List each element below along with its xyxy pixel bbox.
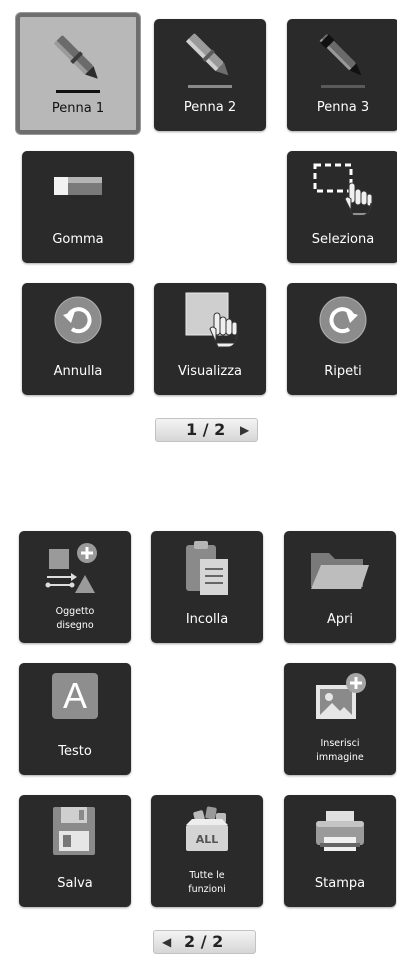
- page-indicator: 1 / 2: [186, 420, 226, 439]
- undo-label: Annulla: [53, 364, 103, 379]
- view-button[interactable]: Visualizza: [154, 283, 266, 395]
- select-button[interactable]: Seleziona: [287, 151, 397, 263]
- pen3-button[interactable]: Penna 3: [287, 19, 397, 131]
- pen-icon: [319, 34, 365, 88]
- previous-page-arrow-icon[interactable]: ◀: [162, 931, 171, 953]
- pager-page-1[interactable]: 1 / 2 ▶: [155, 418, 258, 442]
- open-label: Apri: [326, 612, 354, 627]
- text-label: Testo: [58, 744, 92, 759]
- next-page-arrow-icon[interactable]: ▶: [240, 419, 249, 441]
- pen2-label: Penna 2: [183, 100, 237, 115]
- shapes-icon: [45, 543, 97, 593]
- all-functions-icon: ALL: [182, 805, 232, 853]
- folder-icon: [311, 553, 369, 589]
- text-icon: A: [52, 673, 98, 719]
- all-functions-button[interactable]: ALL Tutte le funzioni: [151, 795, 263, 907]
- pen1-button[interactable]: Penna 1: [16, 13, 140, 134]
- eraser-icon: [54, 177, 102, 195]
- save-label: Salva: [57, 876, 93, 891]
- pen1-label: Penna 1: [51, 101, 105, 116]
- open-button[interactable]: Apri: [284, 531, 396, 643]
- pen2-button[interactable]: Penna 2: [154, 19, 266, 131]
- eraser-button[interactable]: Gomma: [22, 151, 134, 263]
- insert-image-label: Inserisci immagine: [316, 738, 364, 763]
- eraser-label: Gomma: [52, 232, 104, 247]
- paste-button[interactable]: Incolla: [151, 531, 263, 643]
- insert-image-icon: [316, 673, 366, 719]
- printer-icon: [316, 811, 364, 851]
- selection-icon: [313, 163, 373, 216]
- insert-image-button[interactable]: Inserisci immagine: [284, 663, 396, 775]
- view-icon: [185, 292, 238, 348]
- view-label: Visualizza: [177, 364, 243, 379]
- undo-button[interactable]: Annulla: [22, 283, 134, 395]
- paste-label: Incolla: [185, 612, 229, 627]
- clipboard-icon: [186, 541, 228, 595]
- pen3-label: Penna 3: [316, 100, 370, 115]
- select-label: Seleziona: [311, 232, 375, 247]
- text-button[interactable]: A Testo: [19, 663, 131, 775]
- draw-object-button[interactable]: Oggetto disegno: [19, 531, 131, 643]
- redo-button[interactable]: Ripeti: [287, 283, 397, 395]
- text-icon-letter: A: [62, 675, 87, 716]
- pen-icon: [53, 35, 100, 93]
- print-button[interactable]: Stampa: [284, 795, 396, 907]
- all-functions-label: Tutte le funzioni: [188, 870, 226, 895]
- pen-icon: [185, 33, 232, 88]
- pager-page-2[interactable]: ◀ 2 / 2: [153, 930, 256, 954]
- redo-icon: [319, 296, 367, 344]
- draw-object-label: Oggetto disegno: [55, 606, 95, 631]
- redo-label: Ripeti: [324, 364, 362, 379]
- floppy-disk-icon: [53, 807, 95, 855]
- print-label: Stampa: [314, 876, 366, 891]
- all-badge: ALL: [195, 833, 219, 846]
- page-indicator: 2 / 2: [184, 932, 224, 951]
- undo-icon: [54, 296, 102, 344]
- save-button[interactable]: Salva: [19, 795, 131, 907]
